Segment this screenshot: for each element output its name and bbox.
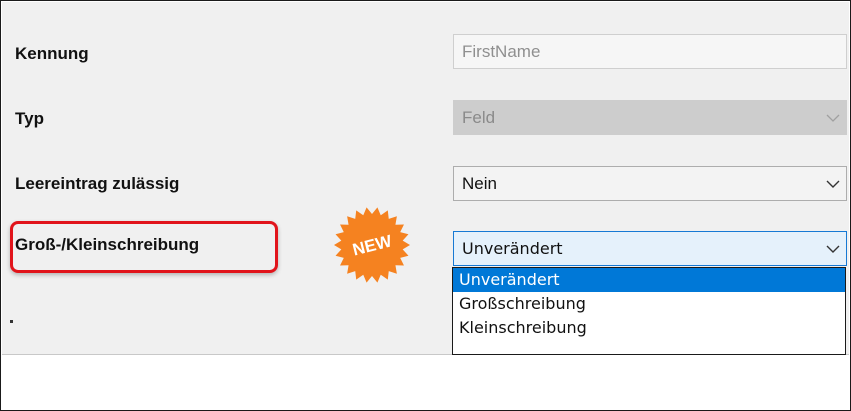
chevron-down-icon [820,167,846,200]
dropdown-option[interactable]: Großschreibung [453,292,845,316]
typ-select: Feld [453,100,847,135]
kennung-label: Kennung [15,44,89,63]
chevron-down-icon [820,101,846,134]
window-frame: Kennung FirstName Typ Feld Leereintrag z… [0,0,851,411]
dropdown-option[interactable]: Kleinschreibung [453,316,845,340]
schreibung-value: Unverändert [462,239,563,258]
dropdown-option[interactable]: Unverändert [453,268,845,292]
leereintrag-select[interactable]: Nein [453,166,847,201]
leereintrag-value: Nein [462,173,497,193]
kennung-field: FirstName [453,34,847,69]
kennung-value: FirstName [462,41,541,61]
schreibung-select[interactable]: Unverändert [453,231,847,266]
schreibung-dropdown-list[interactable]: Unverändert Großschreibung Kleinschreibu… [452,267,846,355]
typ-label: Typ [15,109,44,128]
chevron-down-icon [820,232,846,265]
leereintrag-label: Leereintrag zulässig [15,174,180,193]
new-badge-icon: NEW [334,207,410,283]
divider-mark [10,320,13,323]
schreibung-label: Groß-/Kleinschreibung [15,235,200,254]
typ-value: Feld [462,107,496,127]
